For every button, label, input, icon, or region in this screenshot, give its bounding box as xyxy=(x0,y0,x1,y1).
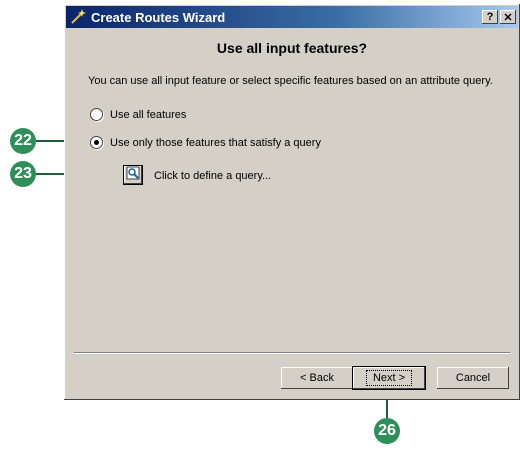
back-button[interactable]: < Back xyxy=(281,367,353,389)
help-button[interactable]: ? xyxy=(482,10,498,24)
option-use-query[interactable]: Use only those features that satisfy a q… xyxy=(90,136,321,149)
cancel-button[interactable]: Cancel xyxy=(437,367,509,389)
callout-23: 23 xyxy=(10,161,36,187)
callout-22: 22 xyxy=(10,128,36,154)
option-label: Use only those features that satisfy a q… xyxy=(110,136,321,149)
callout-26: 26 xyxy=(374,418,400,444)
page-heading: Use all input features? xyxy=(216,40,368,56)
radio-selected-dot xyxy=(94,140,99,145)
next-button[interactable]: Next > xyxy=(353,367,425,389)
query-builder-icon xyxy=(126,166,140,185)
next-button-label: Next > xyxy=(365,370,413,386)
wizard-dialog: Create Routes Wizard ? ✕ Use all input f… xyxy=(64,4,520,400)
define-query-label: Click to define a query... xyxy=(154,170,272,182)
title-bar: Create Routes Wizard ? ✕ xyxy=(66,6,518,28)
wizard-wand-icon xyxy=(69,8,87,26)
radio-button[interactable] xyxy=(90,136,103,149)
window-title: Create Routes Wizard xyxy=(91,9,226,25)
radio-button[interactable] xyxy=(90,108,103,121)
option-use-all-features[interactable]: Use all features xyxy=(90,108,186,121)
button-separator xyxy=(74,352,510,354)
option-label: Use all features xyxy=(110,108,187,121)
define-query-button[interactable] xyxy=(124,166,142,184)
page-description: You can use all input feature or select … xyxy=(88,75,493,87)
close-button[interactable]: ✕ xyxy=(500,10,516,24)
